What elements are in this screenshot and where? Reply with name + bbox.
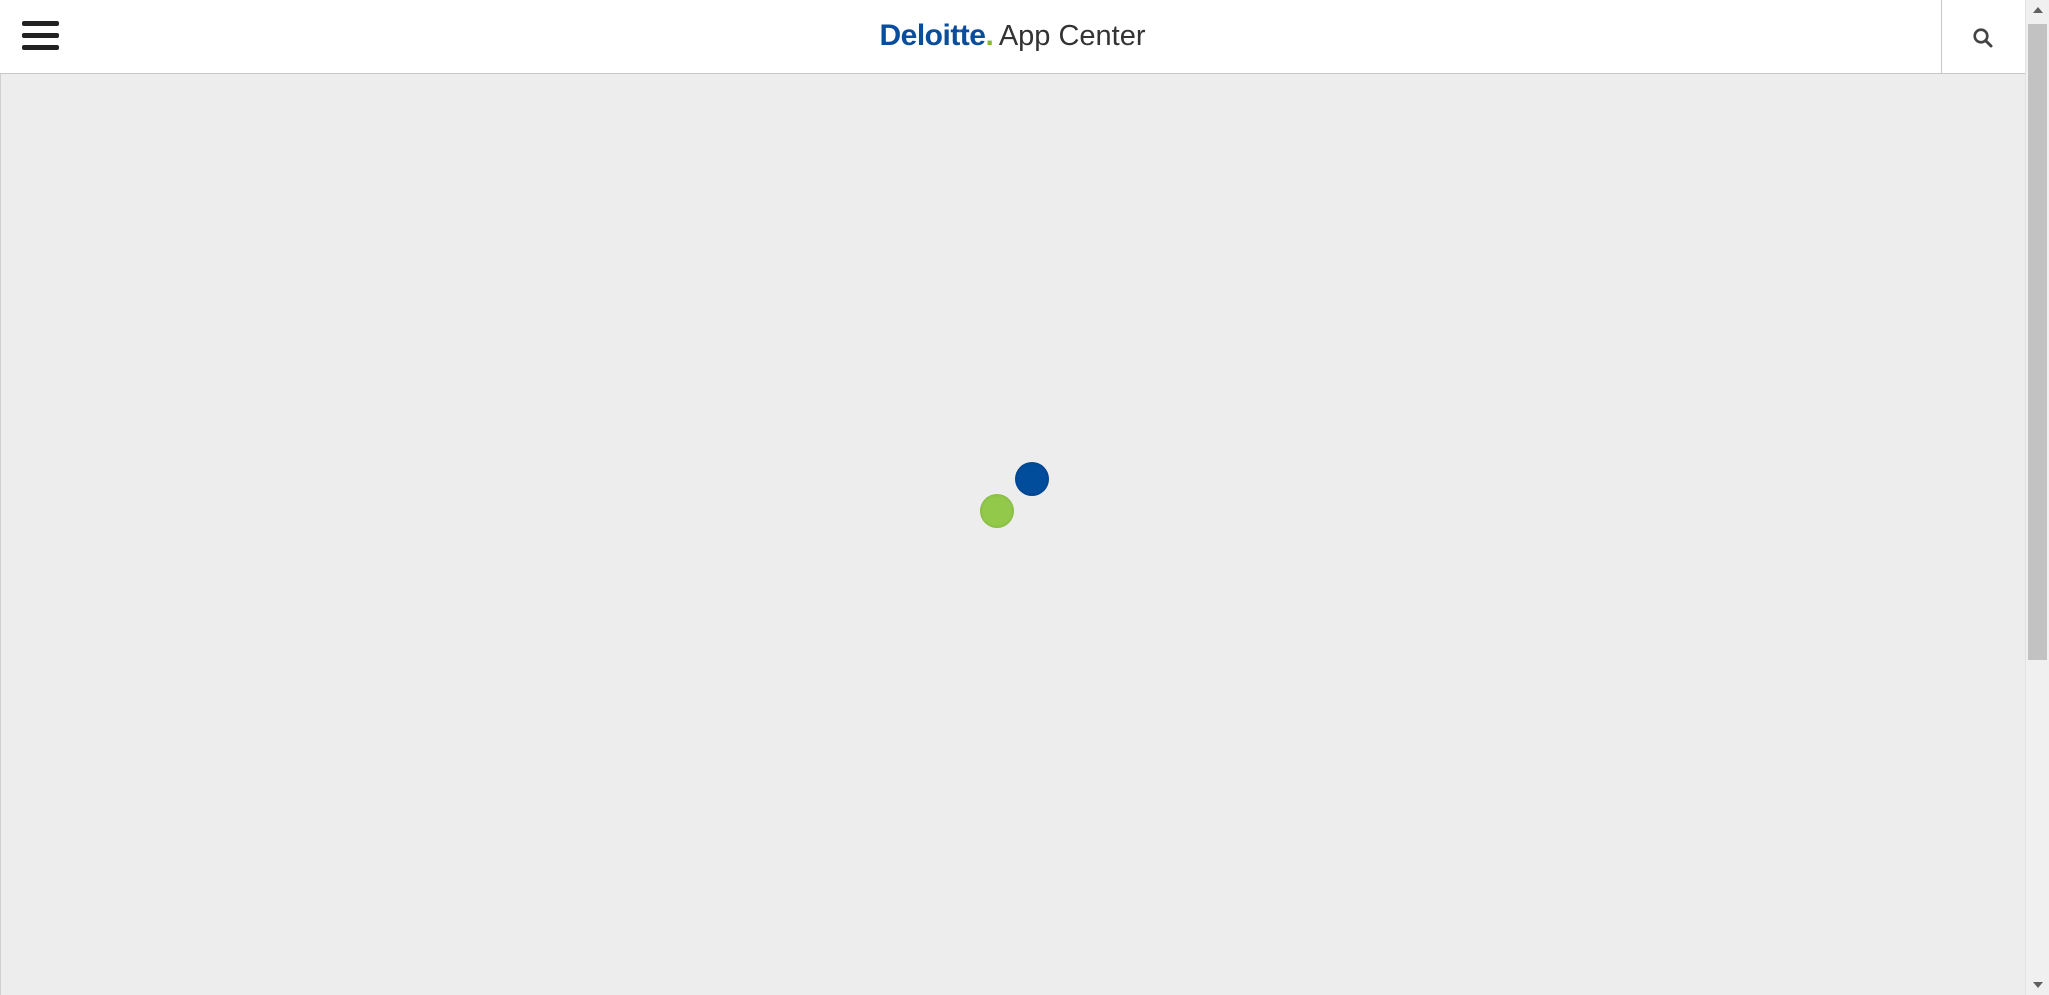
scroll-up-arrow-icon[interactable] bbox=[2026, 0, 2049, 20]
top-header: Deloitte. App Center bbox=[0, 0, 2025, 74]
loader-dot-blue bbox=[1015, 462, 1049, 496]
logo-app-name: App Center bbox=[998, 20, 1146, 52]
scrollbar-thumb[interactable] bbox=[2028, 24, 2047, 660]
search-icon bbox=[1973, 28, 1993, 48]
app-logo[interactable]: Deloitte. App Center bbox=[0, 16, 2025, 61]
logo-brand-text: Deloitte bbox=[879, 19, 986, 52]
search-button[interactable] bbox=[1941, 0, 2025, 74]
app-page: Deloitte. App Center bbox=[0, 0, 2049, 995]
vertical-scrollbar[interactable] bbox=[2025, 0, 2049, 995]
logo-brand-dot: . bbox=[985, 19, 994, 52]
main-content-area bbox=[0, 74, 2025, 995]
loader-dot-green bbox=[980, 494, 1014, 528]
loading-spinner-icon bbox=[976, 462, 1052, 538]
scroll-down-arrow-icon[interactable] bbox=[2026, 975, 2049, 995]
